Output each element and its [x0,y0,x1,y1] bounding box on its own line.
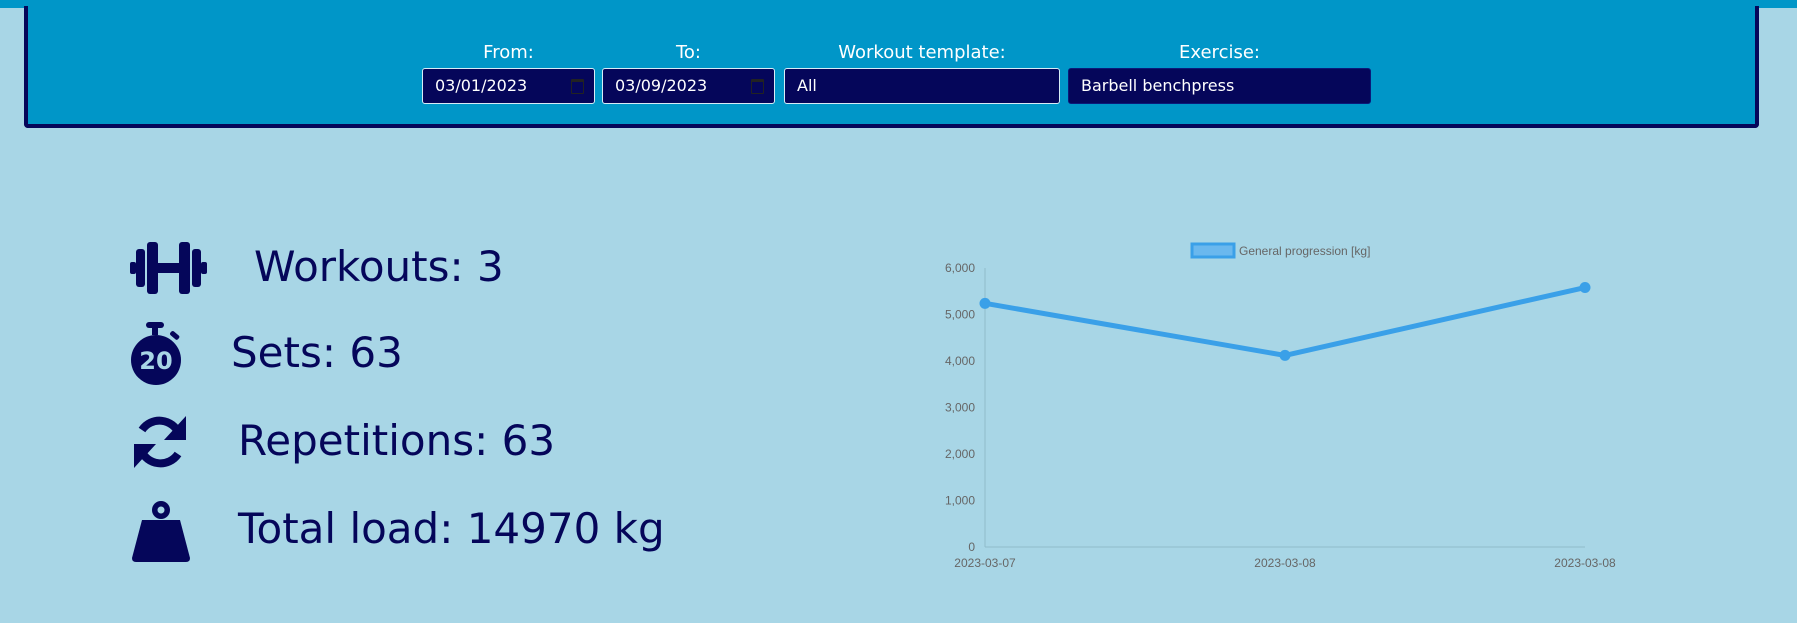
y-axis: 0 1,000 2,000 3,000 4,000 5,000 6,000 [945,261,986,554]
to-label: To: [675,42,701,63]
stopwatch-20-icon: 20 [130,322,190,385]
legend-swatch [1190,242,1236,259]
y-tick-label: 1,000 [945,494,975,508]
progression-chart: General progression [kg] 0 1,000 2,000 3,00… [930,230,1630,580]
y-tick-label: 2,000 [945,447,975,461]
workout-template-select[interactable]: All [784,68,1060,104]
x-tick-label: 2023-03-08 [1554,556,1616,570]
series-line [984,285,1586,358]
from-label: From: [483,42,534,63]
y-tick-label: 0 [968,540,975,554]
y-tick-label: 3,000 [945,401,975,415]
y-tick-label: 4,000 [945,354,975,368]
calendar-icon[interactable] [751,79,764,94]
repetitions-count: Repetitions: 63 [238,416,556,465]
y-tick-label: 5,000 [945,308,975,322]
data-point[interactable] [979,297,991,309]
legend-label: General progression [kg] [1239,244,1370,258]
filter-panel: From: 03/01/2023 To: 03/09/2023 Workout … [24,6,1759,128]
to-date-input[interactable]: 03/09/2023 [602,68,775,104]
x-tick-label: 2023-03-08 [1254,556,1316,570]
x-axis: 2023-03-07 2023-03-08 2023-03-08 [954,546,1616,570]
template-label: Workout template: [838,42,1006,63]
chart-svg: General progression [kg] 0 1,000 2,000 3,00… [945,242,1616,570]
exercise-label: Exercise: [1179,42,1260,63]
svg-text:20: 20 [139,347,172,375]
series-general-progression [979,282,1591,361]
from-date-value: 03/01/2023 [435,76,528,95]
data-point[interactable] [1279,349,1291,361]
exercise-select[interactable]: Barbell benchpress [1068,68,1371,104]
x-tick-label: 2023-03-07 [954,556,1016,570]
data-point[interactable] [1579,282,1591,294]
total-load: Total load: 14970 kg [238,504,665,553]
workouts-count: Workouts: 3 [254,242,504,291]
weight-icon [130,500,190,562]
dumbbell-icon [130,238,207,298]
sets-count: Sets: 63 [231,328,403,377]
chart-legend[interactable]: General progression [kg] [1190,242,1370,259]
from-date-input[interactable]: 03/01/2023 [422,68,595,104]
refresh-icon [130,412,190,472]
y-tick-label: 6,000 [945,261,975,275]
calendar-icon[interactable] [571,79,584,94]
to-date-value: 03/09/2023 [615,76,708,95]
